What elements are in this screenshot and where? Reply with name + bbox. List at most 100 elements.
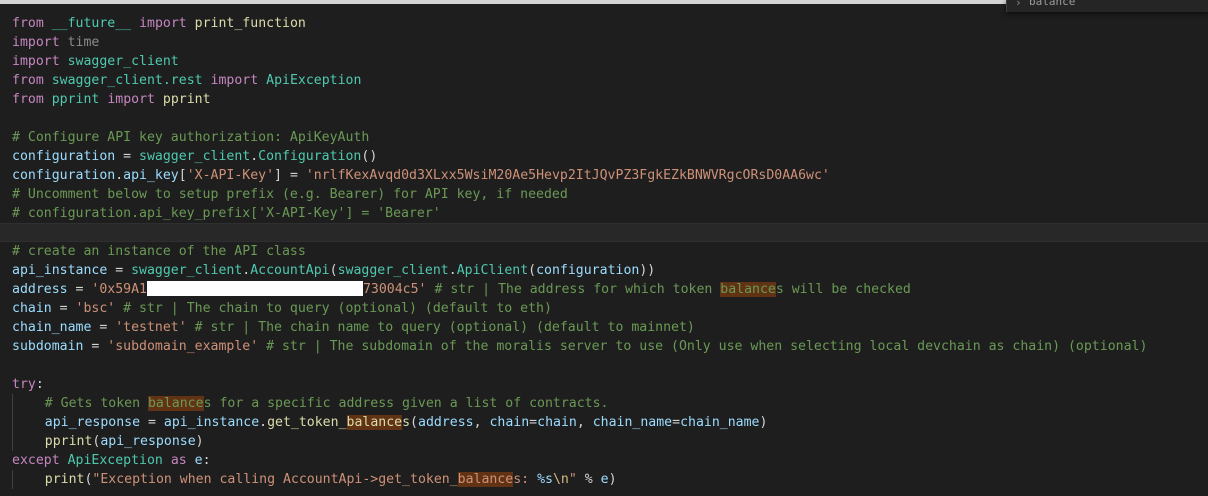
code-line-12-current[interactable] (0, 223, 1208, 242)
code-line-4: from swagger_client.rest import ApiExcep… (0, 71, 1208, 90)
string: 'nrlfKexAvqd0d3XLxx5WsiM20Ae5Hevp2ItJQvP… (305, 168, 830, 183)
string: "Exception when calling AccountApi->get_… (92, 472, 458, 487)
punctuation: , (473, 415, 490, 430)
operator: = (115, 149, 140, 164)
function-name: print (44, 472, 85, 487)
string: 73004c5' (362, 282, 427, 297)
class-name: ApiException (67, 453, 163, 468)
module-name: swagger_client (131, 263, 243, 278)
class-name: Configuration (258, 149, 362, 164)
comment: # Gets token (44, 396, 148, 411)
function-name: pprint (44, 434, 93, 449)
variable: chain_name (12, 320, 92, 335)
punctuation: ( (528, 263, 537, 278)
keyword: from (12, 73, 44, 88)
punctuation: . (259, 415, 268, 430)
keyword-argument: chain (489, 415, 530, 430)
object: api_instance (163, 415, 260, 430)
comment: # str | The chain to query (optional) (d… (115, 301, 552, 316)
operator: = (107, 263, 132, 278)
string: 'testnet' (115, 320, 187, 335)
comment: # str | The subdomain of the moralis ser… (258, 339, 1148, 354)
module-name: time (67, 35, 100, 50)
code-line-9: configuration.api_key['X-API-Key'] = 'nr… (0, 166, 1208, 185)
operator: = (91, 320, 116, 335)
string: 'subdomain_example' (107, 339, 259, 354)
search-match: balance (147, 396, 204, 411)
string: 'X-API-Key' (186, 168, 275, 183)
punctuation: . (448, 263, 457, 278)
comment: # configuration.api_key_prefix['X-API-Ke… (12, 206, 441, 221)
argument: configuration (536, 263, 640, 278)
indent-guide (12, 413, 45, 432)
comment: # Configure API key authorization: ApiKe… (12, 130, 370, 145)
comment: s will be checked (775, 282, 911, 297)
code-line-21: # Gets token balances for a specific add… (0, 394, 1208, 413)
punctuation: : (202, 453, 211, 468)
imported-name: ApiException (266, 73, 362, 88)
comment: # str | The address for which token (426, 282, 721, 297)
string: 'bsc' (75, 301, 116, 316)
search-match: balance (457, 472, 514, 487)
code-line-17: chain_name = 'testnet' # str | The chain… (0, 318, 1208, 337)
punctuation: ] (274, 168, 282, 183)
code-editor[interactable]: from __future__ import print_function im… (0, 14, 1208, 489)
punctuation: ( (329, 263, 338, 278)
punctuation: [ (178, 168, 187, 183)
keyword: try (12, 377, 36, 392)
code-line-18: subdomain = 'subdomain_example' # str | … (0, 337, 1208, 356)
argument: api_response (100, 434, 196, 449)
code-line-14: api_instance = swagger_client. AccountApi… (0, 261, 1208, 280)
attribute: api_key (123, 168, 179, 183)
find-input[interactable]: balance (1029, 0, 1075, 7)
indent-guide (12, 432, 45, 451)
punctuation: ( (410, 415, 418, 430)
code-line-16: chain = 'bsc' # str | The chain to query… (0, 299, 1208, 318)
code-line-25: print("Exception when calling AccountApi… (0, 470, 1208, 489)
format-specifier: %s (537, 472, 553, 487)
keyword: import (139, 16, 187, 31)
keyword: import (210, 73, 259, 88)
punctuation: : (35, 377, 44, 392)
variable: subdomain (12, 339, 84, 354)
argument: address (418, 415, 474, 430)
variable: api_response (44, 415, 141, 430)
code-line-5: from pprint import pprint (0, 90, 1208, 109)
code-line-2: import time (0, 33, 1208, 52)
operator: = (529, 415, 538, 430)
punctuation: . (250, 149, 259, 164)
keyword: from (12, 16, 44, 31)
module-name: swagger_client (337, 263, 449, 278)
punctuation: , (576, 415, 593, 430)
keyword: import (107, 92, 155, 107)
escape-sequence: \n (552, 472, 569, 487)
keyword: import (12, 54, 60, 69)
argument: chain_name (680, 415, 760, 430)
comment: # Uncomment below to setup prefix (e.g. … (12, 187, 568, 202)
module-name: pprint (51, 92, 100, 107)
variable: configuration (12, 168, 116, 183)
punctuation: () (361, 149, 378, 164)
punctuation: ) (759, 415, 768, 430)
operator: = (282, 168, 306, 183)
chevron-right-icon[interactable]: › (1015, 0, 1022, 8)
search-match: balance (346, 415, 403, 430)
imported-name: pprint (162, 92, 211, 107)
comment: # str | The chain name to query (optiona… (186, 320, 695, 335)
variable: api_instance (12, 263, 108, 278)
class-name: ApiClient (456, 263, 529, 278)
keyword: as (170, 453, 187, 468)
punctuation: . (115, 168, 124, 183)
method-name: get_token_ (267, 415, 347, 430)
operator: = (140, 415, 164, 430)
class-name: AccountApi (250, 263, 330, 278)
operator: = (51, 301, 76, 316)
find-widget[interactable]: › balance (1006, 0, 1208, 12)
code-line-7: # Configure API key authorization: ApiKe… (0, 128, 1208, 147)
indent-guide (12, 394, 45, 413)
punctuation: )) (639, 263, 656, 278)
variable: e (194, 453, 203, 468)
keyword: from (12, 92, 44, 107)
